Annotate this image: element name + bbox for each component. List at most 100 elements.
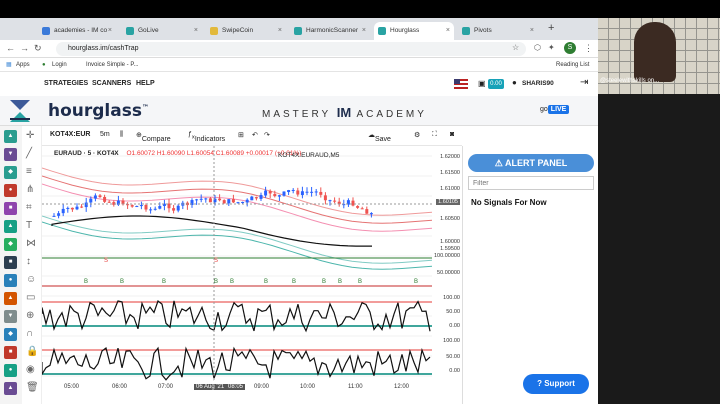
eye-icon[interactable]: ◉ [26, 364, 35, 375]
emoji-icon[interactable]: ☺ [26, 274, 36, 285]
wallet-icon[interactable]: ▣ [478, 79, 486, 88]
tool-icon[interactable]: ▲ [4, 220, 17, 233]
buy-signal-marker: B [358, 279, 363, 285]
save-button[interactable]: ☁ Save [368, 131, 391, 143]
support-button[interactable]: ? Support [523, 374, 589, 394]
measure-icon[interactable]: ↕ [26, 256, 31, 267]
bookmark-favicon-icon: ● [42, 62, 46, 68]
apps-grid-icon[interactable]: ▦ [6, 58, 12, 72]
ruler-icon[interactable]: ▭ [26, 292, 35, 303]
symbol-search[interactable]: KOT4X:EUR [50, 131, 90, 138]
tool-icon[interactable]: ■ [4, 256, 17, 269]
trendline-icon[interactable]: ╱ [26, 148, 32, 159]
tab-hourglass[interactable]: Hourglass × [374, 22, 454, 40]
templates-icon[interactable]: ⊞ [238, 131, 244, 139]
alert-panel-button[interactable]: ⚠ ALERT PANEL [468, 154, 594, 172]
tab-academies[interactable]: academies - IM co × [38, 22, 116, 40]
close-tab-icon[interactable]: × [362, 22, 366, 40]
tool-icon[interactable]: ● [4, 364, 17, 377]
reading-list[interactable]: Reading List [556, 58, 589, 72]
pitchfork-icon[interactable]: ⋔ [26, 184, 34, 195]
tool-icon[interactable]: ■ [4, 346, 17, 359]
x-tick: 06:00 [112, 384, 128, 390]
golive-button[interactable]: go LIVE [540, 105, 570, 114]
tool-icon[interactable]: ▲ [4, 382, 17, 395]
browser-menu-icon[interactable]: ⋮ [584, 43, 593, 54]
tool-icon[interactable]: ● [4, 274, 17, 287]
y-tick: 0.00 [449, 368, 460, 374]
reload-icon[interactable]: ↻ [34, 43, 42, 54]
tool-icon[interactable]: ▲ [4, 292, 17, 305]
candle-body [305, 191, 309, 193]
trash-icon[interactable]: 🗑 [26, 382, 39, 393]
pattern-icon[interactable]: ⋈ [26, 238, 36, 249]
close-tab-icon[interactable]: × [446, 22, 450, 40]
undo-icon[interactable]: ↶ [252, 131, 258, 139]
magnet-icon[interactable]: ∩ [26, 328, 33, 339]
text-icon[interactable]: T [26, 220, 32, 231]
tab-pivots[interactable]: Pivots × [458, 22, 538, 40]
compare-button[interactable]: ⊕ Compare [136, 131, 171, 143]
nav-help[interactable]: HELP [136, 80, 155, 87]
tool-icon[interactable]: ● [4, 184, 17, 197]
bookmark-invoice[interactable]: Invoice Simple - P... [86, 58, 139, 72]
us-flag-icon[interactable] [454, 79, 468, 89]
horizontal-line-icon[interactable]: ≡ [26, 166, 32, 177]
x-tick: 10:00 [300, 384, 316, 390]
close-tab-icon[interactable]: × [194, 22, 198, 40]
camera-icon[interactable]: ◙ [450, 131, 454, 138]
tool-icon[interactable]: ◆ [4, 238, 17, 251]
y-tick: 1.62000 [440, 154, 460, 160]
chart-canvas[interactable] [42, 146, 462, 404]
price-chart[interactable]: EURAUD · 5 · KOT4X O1.60072 H1.60090 L1.… [42, 146, 462, 404]
candle-body [158, 206, 162, 209]
tool-icon[interactable]: ■ [4, 202, 17, 215]
username[interactable]: SHARIS90 [522, 80, 554, 87]
tool-icon[interactable]: ▼ [4, 148, 17, 161]
crosshair-icon[interactable]: ✛ [26, 130, 34, 141]
y-tick: 100.00 [443, 338, 460, 344]
close-tab-icon[interactable]: × [530, 22, 534, 40]
indicators-button[interactable]: ƒx Indicators [188, 131, 225, 143]
close-tab-icon[interactable]: × [278, 22, 282, 40]
bookmark-apps[interactable]: Apps [16, 58, 30, 72]
bookmark-login[interactable]: Login [52, 58, 67, 72]
nav-scanners[interactable]: SCANNERS [92, 80, 131, 87]
alert-panel: ⚠ ALERT PANEL No Signals For Now ? Suppo… [462, 146, 598, 404]
y-tick: 50.00 [446, 354, 460, 360]
tab-favicon-icon [126, 27, 134, 35]
candle-body [264, 190, 268, 196]
x-tick: 09:00 [254, 384, 270, 390]
lock-icon[interactable]: 🔒 [26, 346, 38, 357]
hourglass-logo-icon [10, 100, 30, 122]
tool-icon[interactable]: ▼ [4, 310, 17, 323]
nav-strategies[interactable]: STRATEGIES [44, 80, 88, 87]
candle-body [250, 196, 254, 201]
forward-icon[interactable]: → [20, 43, 29, 53]
zoom-icon[interactable]: ⊕ [26, 310, 34, 321]
url-input[interactable]: hourglass.im/cashTrap [56, 42, 526, 56]
settings-gear-icon[interactable]: ⚙ [414, 131, 420, 139]
fullscreen-icon[interactable]: ⛶ [432, 131, 437, 139]
tab-golive[interactable]: GoLive × [122, 22, 202, 40]
bar-style-icon[interactable]: ⫼ [120, 131, 123, 139]
tab-swipecoin[interactable]: SwipeCoin × [206, 22, 286, 40]
tool-icon[interactable]: ◆ [4, 166, 17, 179]
bookmark-star-icon[interactable]: ☆ [512, 43, 519, 52]
extensions-icon[interactable]: ⬡ [534, 43, 541, 52]
help-icon: ? [537, 379, 542, 388]
fib-icon[interactable]: ⌗ [26, 202, 32, 213]
tool-icon[interactable]: ◆ [4, 328, 17, 341]
back-icon[interactable]: ← [6, 43, 15, 53]
candle-body [300, 191, 304, 196]
tab-harmonicscanner[interactable]: HarmonicScanner × [290, 22, 370, 40]
logout-icon[interactable]: ⇥ [580, 77, 588, 88]
redo-icon[interactable]: ↷ [264, 131, 270, 139]
puzzle-icon[interactable]: ✦ [548, 43, 555, 52]
interval-selector[interactable]: 5m [100, 131, 110, 138]
filter-input[interactable] [468, 176, 594, 190]
tool-icon[interactable]: ▲ [4, 130, 17, 143]
profile-avatar[interactable]: S [564, 42, 576, 54]
close-tab-icon[interactable]: × [108, 22, 112, 40]
new-tab-icon[interactable]: + [548, 22, 554, 34]
